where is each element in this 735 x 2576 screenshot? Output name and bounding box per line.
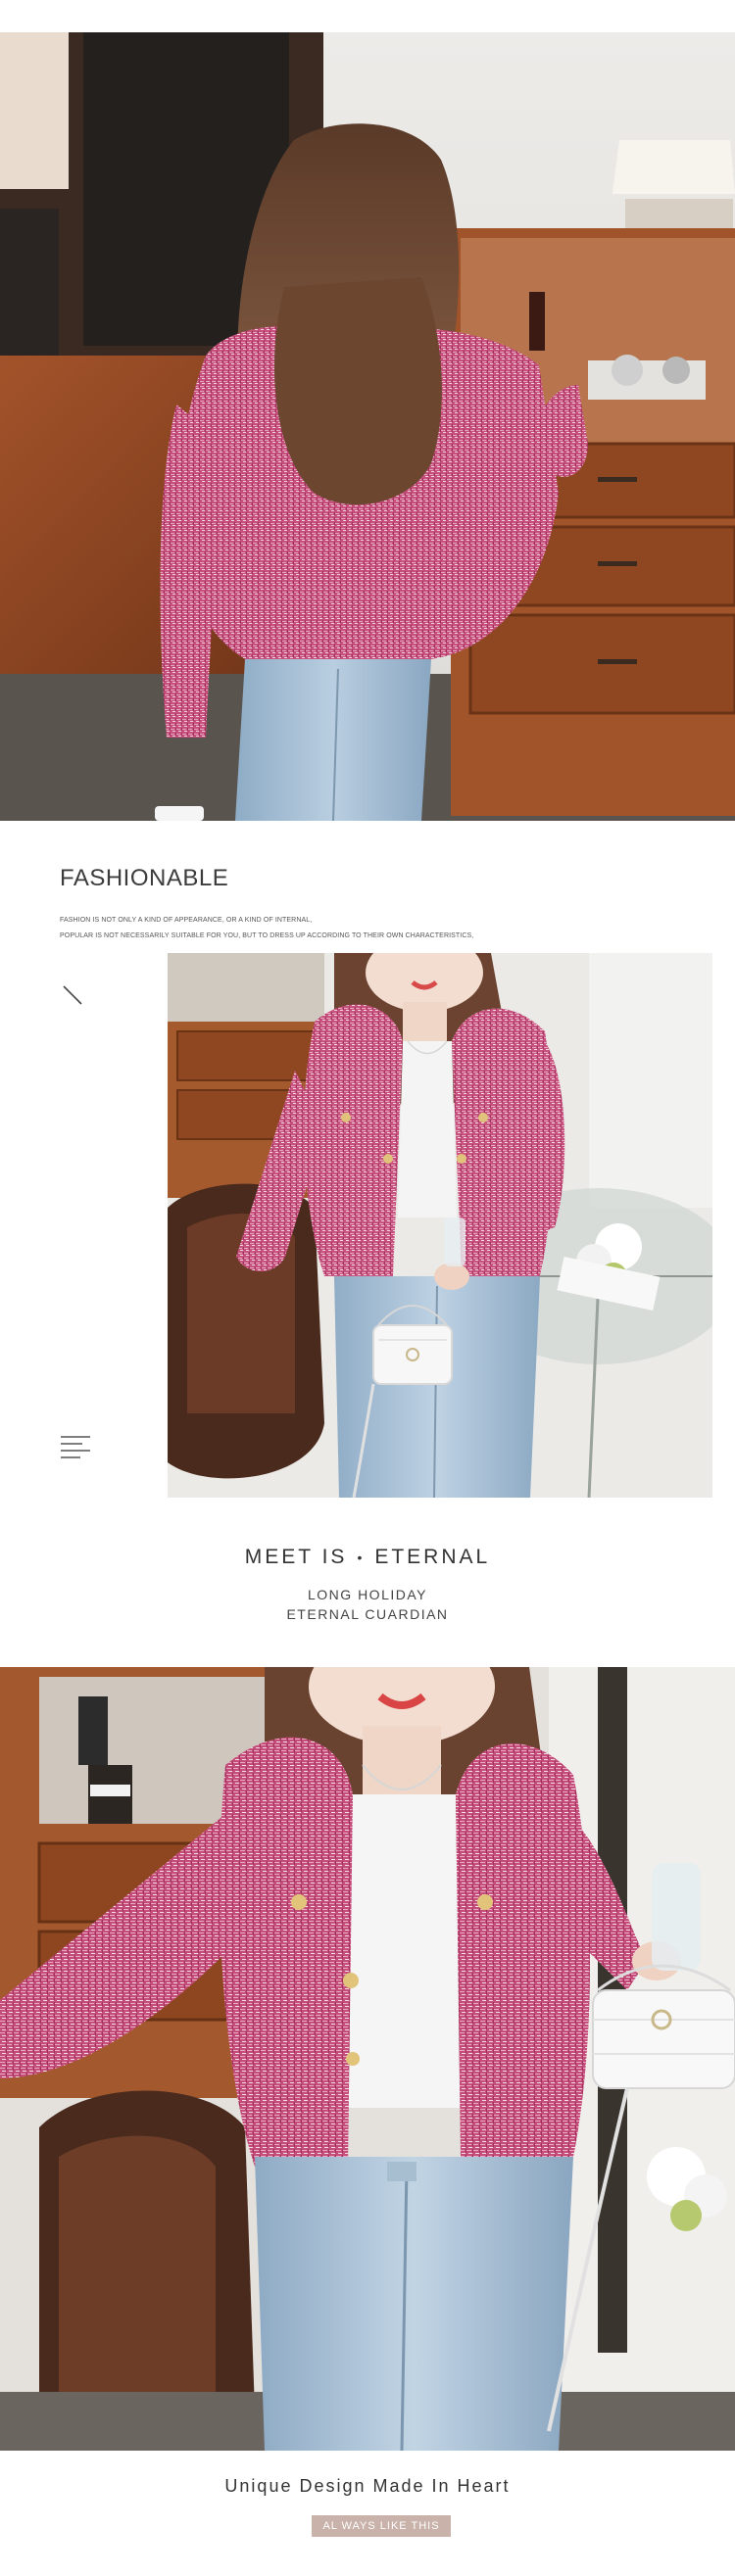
bullet-dot-icon: • [357, 1550, 366, 1566]
fashionable-description: FASHION IS NOT ONLY A KIND OF APPEARANCE… [60, 913, 609, 944]
front-closeup-photo [0, 1667, 735, 2451]
fashionable-description-line-2: POPULAR IS NOT NECESSARILY SUITABLE FOR … [60, 932, 474, 939]
fashionable-description-line-1: FASHION IS NOT ONLY A KIND OF APPEARANCE… [60, 917, 313, 924]
long-holiday-subtitle: LONG HOLIDAY [308, 1587, 427, 1602]
diagonal-slash-icon [63, 985, 82, 1005]
fashionable-title: FASHIONABLE [60, 865, 229, 891]
meet-heading-left: MEET IS [244, 1546, 348, 1568]
menu-lines-icon [61, 1436, 90, 1458]
meet-eternal-heading: MEET IS • ETERNAL [0, 1546, 735, 1569]
meet-heading-right: ETERNAL [374, 1546, 491, 1568]
hero-back-view-photo [0, 32, 735, 821]
unique-design-heading: Unique Design Made In Heart [224, 2476, 511, 2496]
front-view-photo-with-bag [168, 953, 712, 1498]
eternal-guardian-subtitle: ETERNAL CUARDIAN [286, 1606, 449, 1622]
always-like-this-badge: AL WAYS LIKE THIS [312, 2515, 451, 2537]
